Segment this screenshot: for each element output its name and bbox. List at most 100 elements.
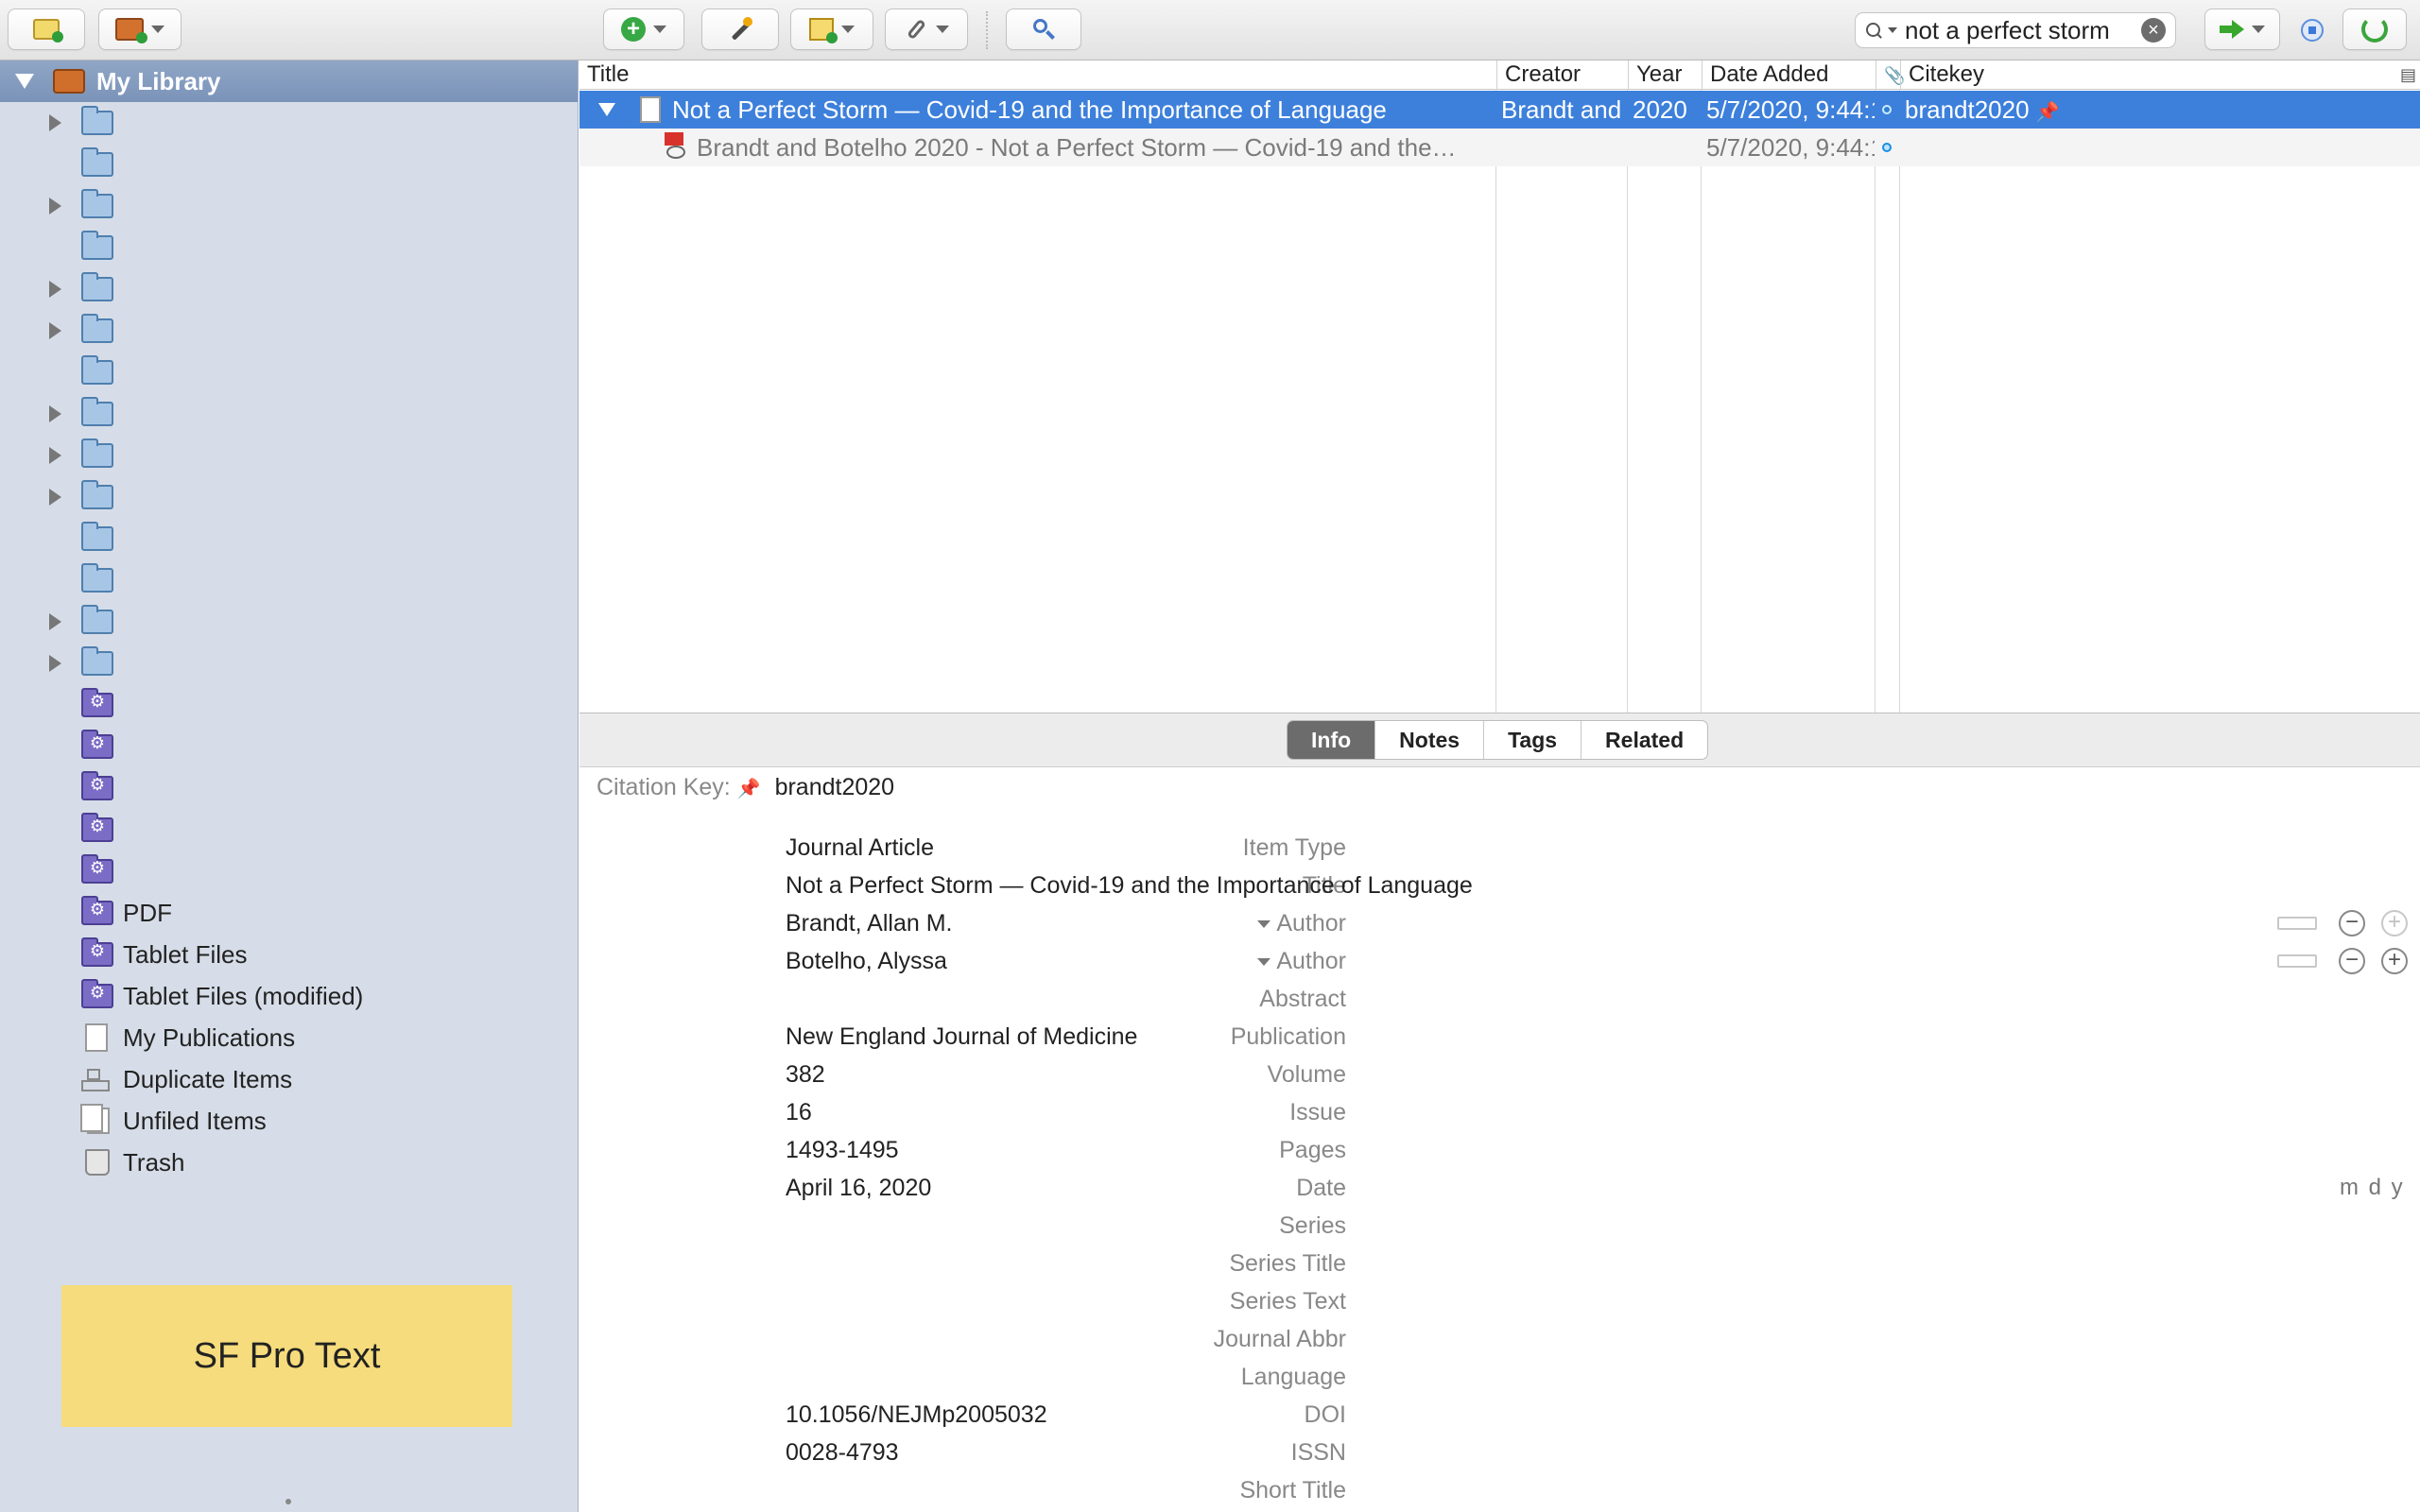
attachment-dot-icon[interactable] xyxy=(1882,143,1892,152)
saved-search-row[interactable] xyxy=(0,767,578,809)
column-header-title[interactable]: Title xyxy=(579,60,1496,89)
chevron-down-icon xyxy=(1257,958,1271,967)
column-header-citekey[interactable]: Citekey xyxy=(1900,60,2042,89)
new-note-button[interactable] xyxy=(790,9,873,50)
field-label: Short Title xyxy=(1239,1477,1346,1503)
remove-creator-icon[interactable]: − xyxy=(2339,948,2365,974)
add-creator-icon[interactable]: + xyxy=(2381,910,2408,936)
column-header-creator[interactable]: Creator xyxy=(1496,60,1628,89)
collection-row[interactable] xyxy=(0,643,578,684)
field-value[interactable]: 0028-4793 xyxy=(786,1434,899,1471)
collection-my-publications[interactable]: My Publications xyxy=(0,1017,578,1058)
creator-type-menu[interactable]: Author xyxy=(1257,904,1346,942)
field-value[interactable]: New England Journal of Medicine xyxy=(786,1018,1137,1056)
collection-row[interactable] xyxy=(0,144,578,185)
field-value[interactable]: April 16, 2020 xyxy=(786,1169,931,1207)
search-mode-chevron-icon[interactable] xyxy=(1888,27,1897,33)
column-header-attachments[interactable]: 📎 xyxy=(1876,60,1905,89)
field-value[interactable]: Journal Article xyxy=(786,829,934,867)
disclosure-triangle-icon[interactable] xyxy=(49,405,61,422)
disclosure-triangle-icon[interactable] xyxy=(49,114,61,131)
field-value[interactable]: 1493-1495 xyxy=(786,1131,899,1169)
disclosure-triangle-icon[interactable] xyxy=(15,74,34,89)
new-item-button[interactable]: + xyxy=(603,9,684,50)
disclosure-triangle-icon[interactable] xyxy=(49,281,61,298)
collection-pdf[interactable]: PDF xyxy=(0,892,578,934)
saved-search-row[interactable] xyxy=(0,850,578,892)
collection-tablet-files[interactable]: Tablet Files xyxy=(0,934,578,975)
collection-trash[interactable]: Trash xyxy=(0,1142,578,1183)
my-library-row[interactable]: My Library xyxy=(0,60,578,102)
add-by-identifier-button[interactable] xyxy=(701,9,779,50)
advanced-search-button[interactable] xyxy=(1006,9,1081,50)
collection-row[interactable] xyxy=(0,352,578,393)
collection-row[interactable] xyxy=(0,268,578,310)
field-value[interactable]: 16 xyxy=(786,1093,812,1131)
field-label: Pages xyxy=(1279,1137,1346,1163)
switch-name-mode-icon[interactable] xyxy=(2277,917,2317,930)
disclosure-triangle-icon[interactable] xyxy=(49,447,61,464)
pane-resize-grip[interactable] xyxy=(285,1499,291,1504)
citation-key-value[interactable]: brandt2020 xyxy=(775,774,895,800)
tab-related[interactable]: Related xyxy=(1581,721,1707,759)
column-picker[interactable]: ▤ xyxy=(2042,60,2420,89)
new-collection-button[interactable] xyxy=(8,9,85,50)
stop-icon[interactable] xyxy=(2301,19,2324,42)
pin-icon: 📌 xyxy=(2035,102,2060,123)
tab-notes[interactable]: Notes xyxy=(1374,721,1483,759)
add-attachment-button[interactable] xyxy=(885,9,968,50)
locate-button[interactable] xyxy=(2204,9,2280,50)
collection-row[interactable] xyxy=(0,310,578,352)
creator-type-menu[interactable]: Author xyxy=(1257,942,1346,980)
disclosure-triangle-icon[interactable] xyxy=(49,613,61,630)
saved-search-row[interactable] xyxy=(0,809,578,850)
table-header: Title Creator Year Date Added 📎 Citekey … xyxy=(579,60,2420,90)
collection-row[interactable] xyxy=(0,518,578,559)
search-input[interactable] xyxy=(1903,14,2135,46)
disclosure-triangle-icon[interactable] xyxy=(598,103,615,116)
clear-search-icon[interactable]: × xyxy=(2141,18,2166,43)
field-value[interactable]: 10.1056/NEJMp2005032 xyxy=(786,1396,1047,1434)
saved-search-icon xyxy=(81,730,113,759)
collection-row[interactable] xyxy=(0,102,578,144)
disclosure-triangle-icon[interactable] xyxy=(49,198,61,215)
tab-info[interactable]: Info xyxy=(1288,721,1375,759)
folder-icon xyxy=(81,397,113,426)
collection-row[interactable] xyxy=(0,476,578,518)
collection-row[interactable] xyxy=(0,601,578,643)
add-creator-icon[interactable]: + xyxy=(2381,948,2408,974)
collection-label: Unfiled Items xyxy=(123,1106,267,1135)
sync-button[interactable] xyxy=(2342,9,2407,50)
folder-icon xyxy=(81,147,113,177)
switch-name-mode-icon[interactable] xyxy=(2277,954,2317,968)
saved-search-row[interactable] xyxy=(0,684,578,726)
table-row-attachment[interactable]: Brandt and Botelho 2020 - Not a Perfect … xyxy=(579,129,2420,166)
collection-row[interactable] xyxy=(0,185,578,227)
column-header-date-added[interactable]: Date Added xyxy=(1702,60,1876,89)
disclosure-triangle-icon[interactable] xyxy=(49,489,61,506)
field-value[interactable]: 382 xyxy=(786,1056,825,1093)
font-note-box: SF Pro Text xyxy=(61,1285,512,1427)
collection-row[interactable] xyxy=(0,435,578,476)
disclosure-triangle-icon[interactable] xyxy=(49,322,61,339)
disclosure-triangle-icon[interactable] xyxy=(49,655,61,672)
field-title: Title Not a Perfect Storm — Covid-19 and… xyxy=(579,867,2420,904)
collection-duplicate-items[interactable]: Duplicate Items xyxy=(0,1058,578,1100)
collection-row[interactable] xyxy=(0,559,578,601)
collection-unfiled-items[interactable]: Unfiled Items xyxy=(0,1100,578,1142)
attachment-dot-icon[interactable] xyxy=(1882,105,1892,114)
collection-tablet-files-modified[interactable]: Tablet Files (modified) xyxy=(0,975,578,1017)
field-pages: Pages 1493-1495 xyxy=(579,1131,2420,1169)
saved-search-row[interactable] xyxy=(0,726,578,767)
new-library-button[interactable] xyxy=(98,9,182,50)
column-header-year[interactable]: Year xyxy=(1628,60,1702,89)
tab-tags[interactable]: Tags xyxy=(1483,721,1581,759)
collection-row[interactable] xyxy=(0,393,578,435)
field-value[interactable]: Botelho, Alyssa xyxy=(786,942,947,980)
field-value[interactable]: Not a Perfect Storm — Covid-19 and the I… xyxy=(786,867,1473,904)
search-icon[interactable] xyxy=(1865,22,1882,39)
field-value[interactable]: Brandt, Allan M. xyxy=(786,904,952,942)
collection-row[interactable] xyxy=(0,227,578,268)
table-row-selected[interactable]: Not a Perfect Storm — Covid-19 and the I… xyxy=(579,91,2420,129)
remove-creator-icon[interactable]: − xyxy=(2339,910,2365,936)
